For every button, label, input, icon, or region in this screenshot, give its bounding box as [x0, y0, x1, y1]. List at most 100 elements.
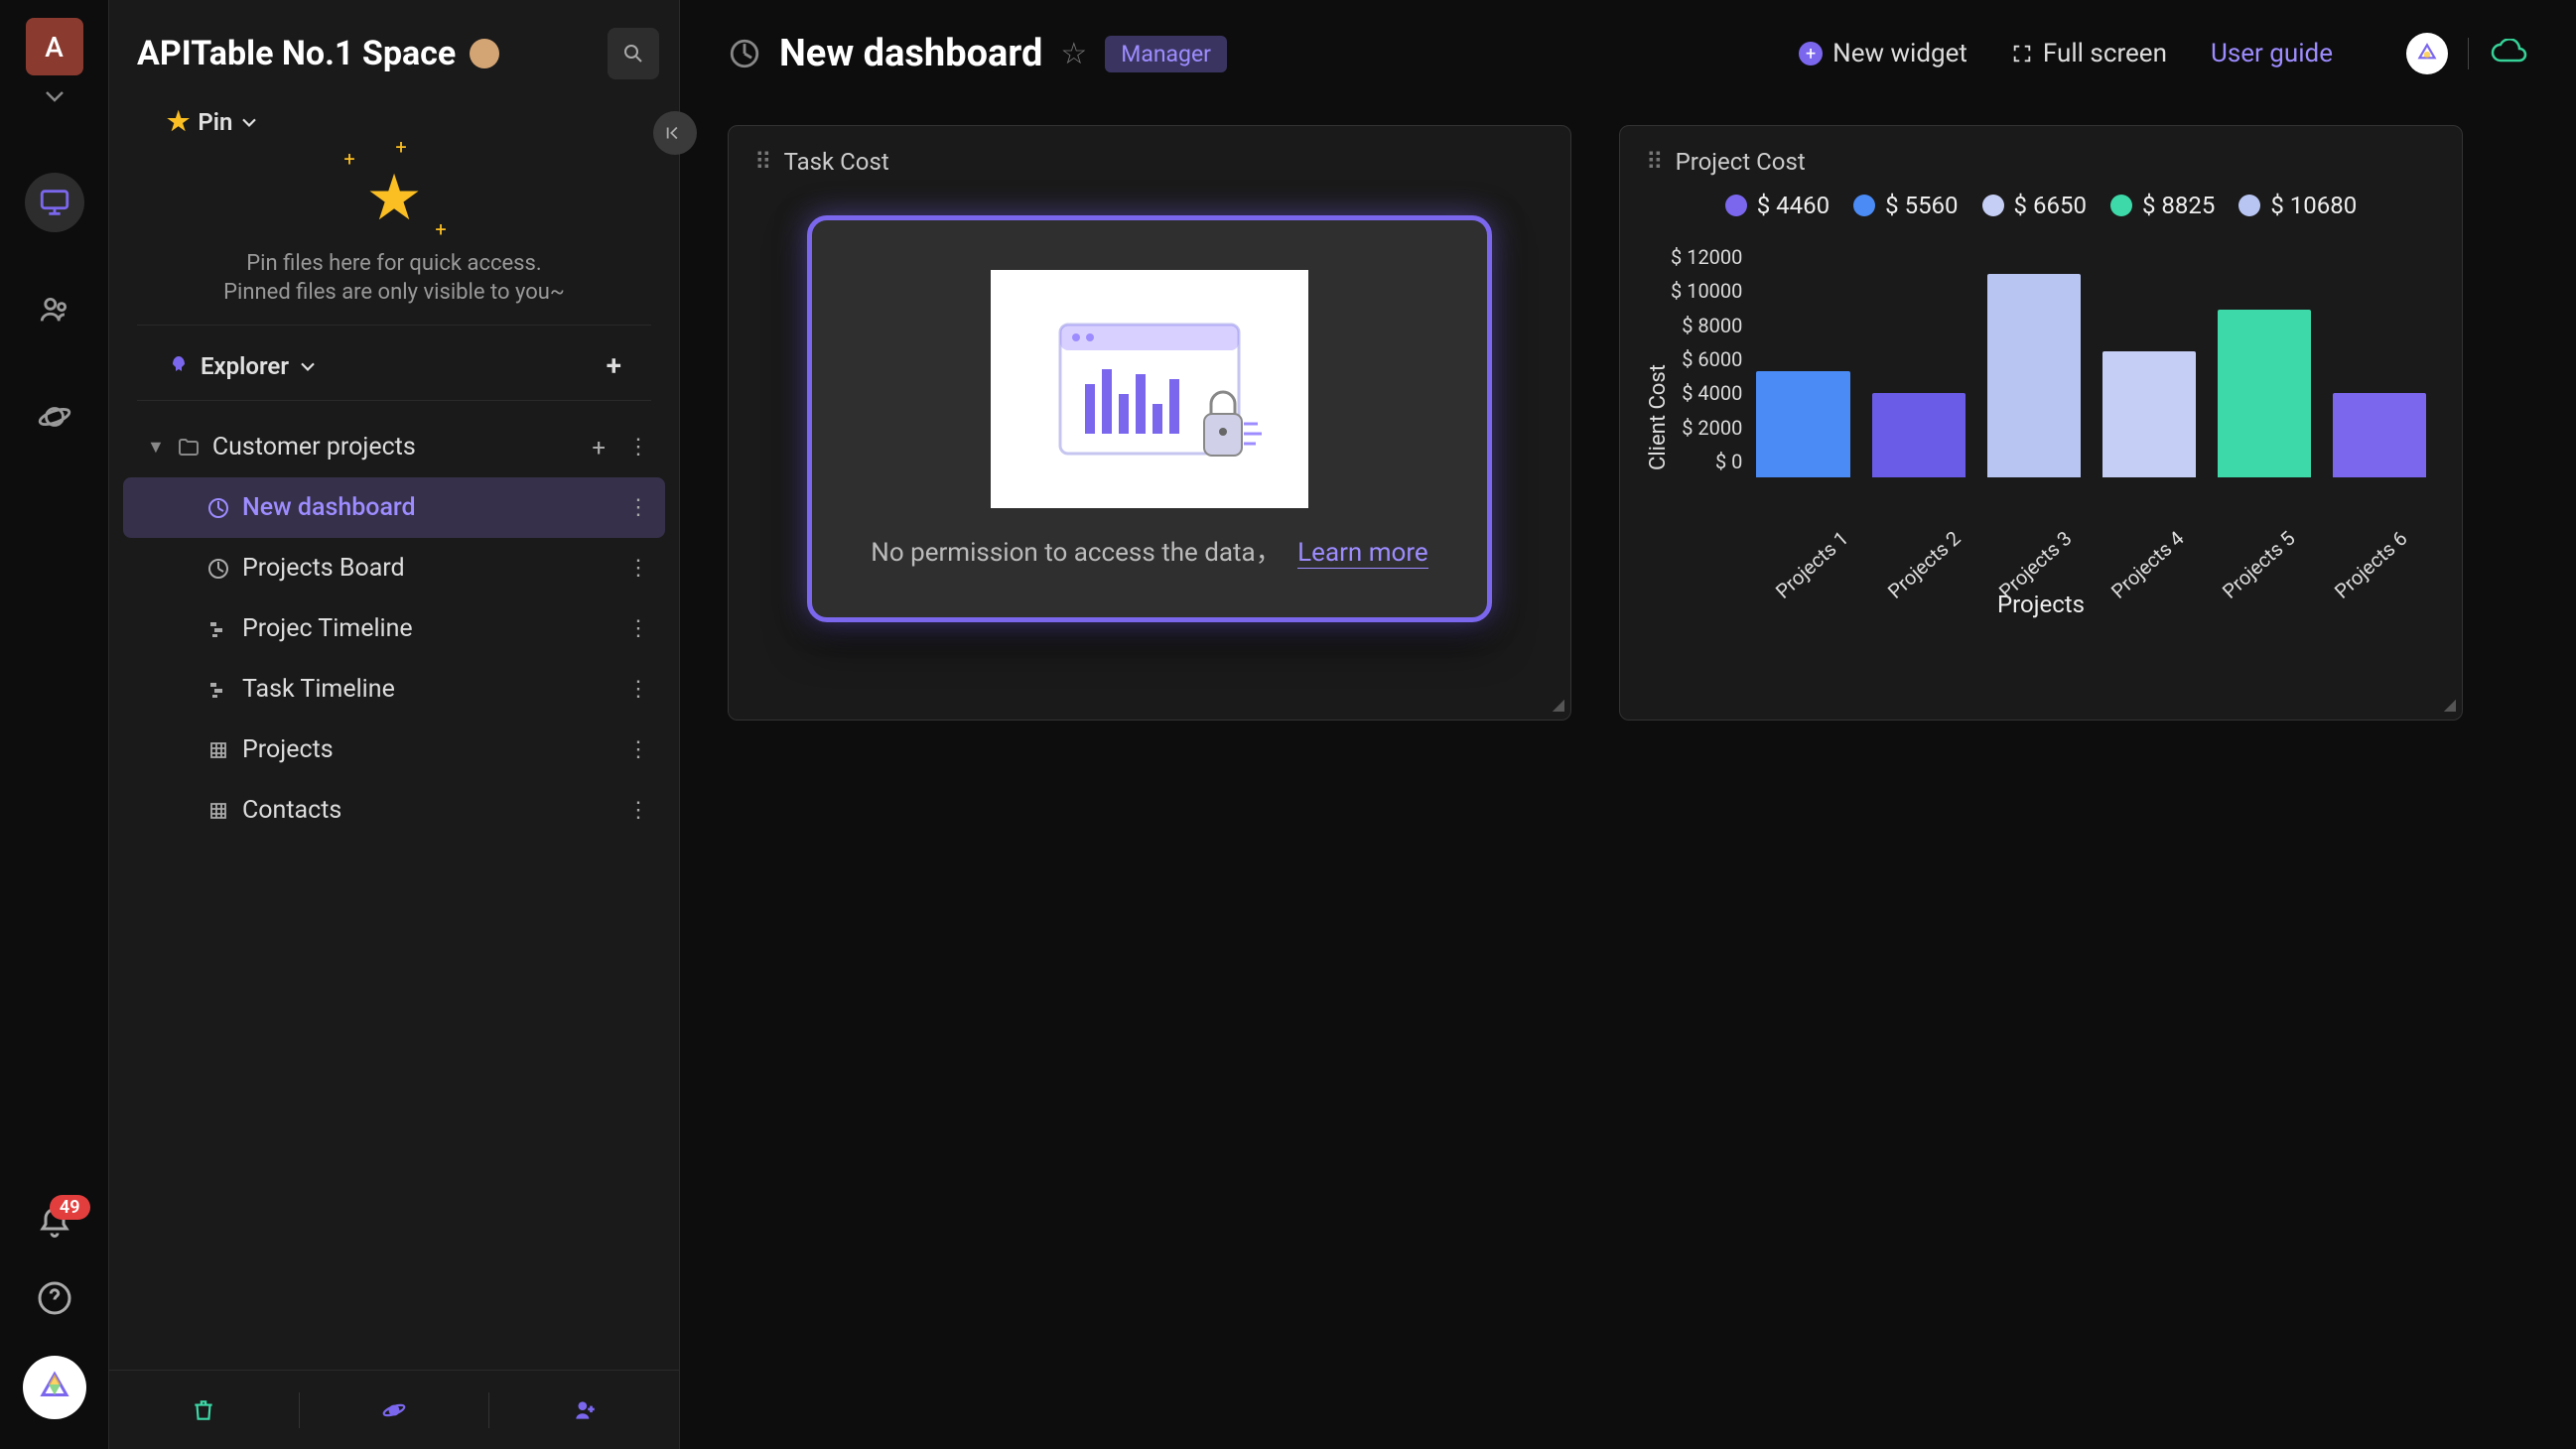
tree-item-label: New dashboard	[242, 493, 416, 522]
chart-area: Client Cost $ 12000$ 10000$ 8000$ 6000$ …	[1646, 239, 2436, 596]
no-permission-message: No permission to access the data， Learn …	[871, 532, 1427, 569]
folder-add-button[interactable]: +	[592, 434, 606, 461]
legend-item[interactable]: $ 4460	[1725, 192, 1830, 219]
tree-item-more-button[interactable]: ⋮	[627, 798, 649, 823]
workspace-switcher[interactable]	[45, 89, 65, 103]
person-add-icon	[572, 1397, 598, 1423]
bar[interactable]	[1756, 371, 1849, 477]
drag-handle-icon[interactable]: ⠿	[754, 148, 772, 176]
dashboard-icon	[728, 37, 761, 70]
legend-item[interactable]: $ 6650	[1982, 192, 2087, 219]
y-tick: $ 2000	[1682, 416, 1742, 440]
contacts-tab[interactable]	[25, 280, 84, 339]
app-logo[interactable]	[23, 1356, 86, 1419]
tree-item-projects[interactable]: Projects ⋮	[123, 720, 665, 780]
y-tick: $ 8000	[1682, 314, 1742, 337]
tree-item-more-button[interactable]: ⋮	[627, 616, 649, 641]
sidebar-footer	[109, 1370, 679, 1449]
legend-dot-icon	[1982, 195, 2004, 216]
chart-legend: $ 4460 $ 5560 $ 6650 $ 8825 $ 10680	[1646, 192, 2436, 219]
bar[interactable]	[2102, 351, 2196, 477]
tree-item-label: Contacts	[242, 796, 341, 825]
avatar-letter: A	[45, 31, 64, 64]
legend-item[interactable]: $ 10680	[2238, 192, 2357, 219]
plan-badge-icon[interactable]	[470, 39, 499, 68]
tree-item-more-button[interactable]: ⋮	[627, 677, 649, 702]
widget-title: Task Cost	[784, 148, 889, 176]
tree-item-contacts[interactable]: Contacts ⋮	[123, 780, 665, 841]
sync-status-button[interactable]	[2489, 39, 2528, 68]
help-icon	[37, 1280, 72, 1316]
bars-row	[1756, 249, 2426, 477]
widget-task-cost[interactable]: ⠿ Task Cost	[728, 125, 1571, 721]
legend-item[interactable]: $ 8825	[2110, 192, 2215, 219]
tree-item-more-button[interactable]: ⋮	[627, 737, 649, 762]
rocket-icon	[167, 354, 191, 378]
resize-handle[interactable]: ◢	[1553, 695, 1564, 714]
monitor-icon	[38, 186, 71, 219]
legend-label: $ 5560	[1885, 192, 1958, 219]
favorite-button[interactable]: ☆	[1060, 37, 1087, 71]
y-axis-ticks: $ 12000$ 10000$ 8000$ 6000$ 4000$ 2000$ …	[1671, 245, 1752, 473]
explorer-label: Explorer	[201, 352, 289, 380]
pin-empty-illustration: ★ + + + Pin files here for quick access.…	[167, 161, 621, 305]
templates-button[interactable]	[300, 1397, 489, 1423]
trash-button[interactable]	[109, 1397, 299, 1423]
new-widget-button[interactable]: + New widget	[1799, 39, 1967, 68]
legend-label: $ 4460	[1757, 192, 1830, 219]
chevron-down-icon	[299, 360, 317, 372]
page-title[interactable]: New dashboard	[779, 32, 1042, 75]
tree-item-more-button[interactable]: ⋮	[627, 556, 649, 581]
pin-toggle[interactable]: ★ Pin	[167, 107, 621, 137]
avatar[interactable]: A	[26, 18, 83, 75]
help-button[interactable]	[37, 1280, 72, 1316]
role-badge[interactable]: Manager	[1105, 36, 1227, 72]
no-permission-card: No permission to access the data， Learn …	[807, 215, 1492, 622]
tree-item-task-timeline[interactable]: Task Timeline ⋮	[123, 659, 665, 720]
workbench-tab[interactable]	[25, 173, 84, 232]
tree-item-more-button[interactable]: ⋮	[627, 495, 649, 520]
legend-label: $ 10680	[2270, 192, 2357, 219]
add-node-button[interactable]: +	[607, 349, 621, 382]
folder-icon	[177, 436, 201, 460]
pin-section: ★ Pin ★ + + + Pin files here for quick a…	[137, 97, 651, 326]
search-icon	[621, 42, 645, 66]
notification-badge: 49	[50, 1195, 90, 1220]
tree-item-projec-timeline[interactable]: Projec Timeline ⋮	[123, 598, 665, 659]
logo-icon	[37, 1370, 72, 1405]
drag-handle-icon[interactable]: ⠿	[1646, 148, 1664, 176]
template-tab[interactable]	[25, 387, 84, 447]
search-button[interactable]	[608, 28, 659, 79]
main-area: New dashboard ☆ Manager + New widget Ful…	[680, 0, 2576, 1449]
fullscreen-button[interactable]: Full screen	[2011, 39, 2167, 68]
bar[interactable]	[1872, 393, 1966, 477]
folder-more-button[interactable]: ⋮	[627, 435, 649, 460]
bar[interactable]	[2333, 393, 2426, 477]
widget-project-cost[interactable]: ⠿ Project Cost $ 4460$ 5560$ 6650$ 8825$…	[1619, 125, 2463, 721]
nav-rail: A 49	[0, 0, 109, 1449]
explorer-header[interactable]: Explorer +	[137, 326, 651, 401]
bar[interactable]	[2218, 310, 2311, 477]
legend-item[interactable]: $ 5560	[1853, 192, 1958, 219]
tree-item-projects-board[interactable]: Projects Board ⋮	[123, 538, 665, 598]
legend-dot-icon	[2110, 195, 2132, 216]
no-permission-illustration	[991, 270, 1308, 508]
tree-folder-customer-projects[interactable]: ▼ Customer projects + ⋮	[123, 417, 665, 477]
y-tick: $ 6000	[1682, 347, 1742, 371]
plus-circle-icon: +	[1799, 42, 1823, 66]
tree-item-new-dashboard[interactable]: New dashboard ⋮	[123, 477, 665, 538]
learn-more-link[interactable]: Learn more	[1297, 538, 1428, 569]
invite-button[interactable]	[489, 1397, 679, 1423]
space-title[interactable]: APITable No.1 Space	[137, 34, 456, 73]
bar[interactable]	[1987, 274, 2081, 477]
cloud-icon	[2489, 39, 2528, 68]
gantt-icon	[206, 678, 230, 702]
user-guide-link[interactable]: User guide	[2211, 39, 2333, 68]
notifications-button[interactable]: 49	[37, 1205, 72, 1241]
tree-item-label: Projects Board	[242, 554, 405, 583]
divider	[2468, 38, 2469, 69]
collapse-sidebar-button[interactable]	[653, 111, 697, 155]
resize-handle[interactable]: ◢	[2444, 695, 2456, 714]
brand-button[interactable]	[2406, 33, 2448, 74]
widget-title: Project Cost	[1676, 148, 1806, 176]
